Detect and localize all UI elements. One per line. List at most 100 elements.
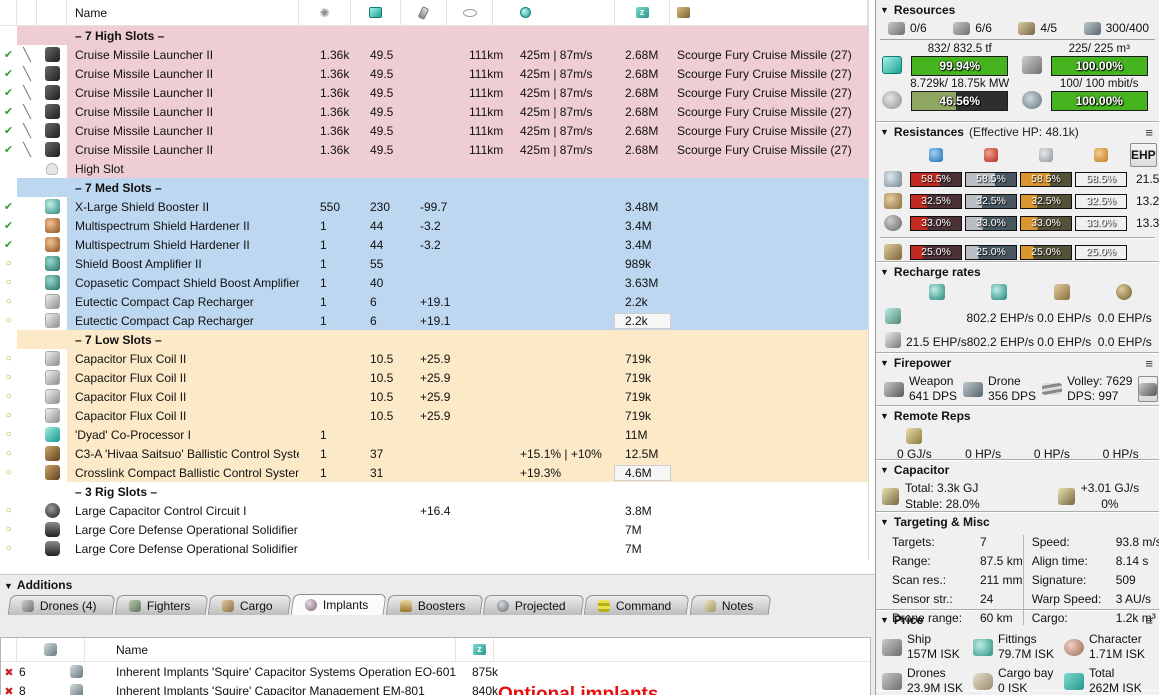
module-row[interactable]: ○ Large Core Defense Operational Solidif… bbox=[0, 520, 868, 539]
state-icon[interactable]: ✔ bbox=[4, 143, 13, 156]
firepower-menu-icon[interactable]: ≡ bbox=[1145, 356, 1153, 371]
module-row[interactable]: ✔ X-Large Shield Booster II 550 230 -99.… bbox=[0, 197, 868, 216]
module-name: Cruise Missile Launcher II bbox=[67, 143, 299, 157]
module-row[interactable]: – 3 Rig Slots – bbox=[0, 482, 868, 501]
module-row[interactable]: ○ Capacitor Flux Coil II 10.5 +25.9 719k bbox=[0, 406, 868, 425]
resistance-rows: 58.5% 58.5% 58.5% 58.5% 21.5k 32.5% 32.5… bbox=[880, 171, 1155, 231]
module-row[interactable]: ✔ ╲ Cruise Missile Launcher II 1.36k 49.… bbox=[0, 102, 868, 121]
state-icon[interactable]: ○ bbox=[5, 353, 11, 364]
additions-tab[interactable]: Boosters bbox=[386, 595, 484, 615]
implant-row[interactable]: ✖ 8 Inherent Implants 'Squire' Capacitor… bbox=[1, 681, 870, 695]
module-row[interactable]: – 7 Med Slots – bbox=[0, 178, 868, 197]
state-icon[interactable]: ○ bbox=[5, 505, 11, 516]
implant-name: Inherent Implants 'Squire' Capacitor Man… bbox=[101, 684, 472, 695]
module-row[interactable]: ✔ Multispectrum Shield Hardener II 1 44 … bbox=[0, 216, 868, 235]
range-column-header[interactable] bbox=[447, 0, 493, 25]
state-icon[interactable]: ✔ bbox=[4, 219, 13, 232]
resource-usage-label: 225/ 225 m³ bbox=[1069, 43, 1130, 55]
state-icon[interactable]: ✔ bbox=[4, 86, 13, 99]
firepower-header[interactable]: ▼Firepower bbox=[880, 355, 1155, 372]
ammo-column-header[interactable] bbox=[670, 0, 868, 25]
module-row[interactable]: ○ Crosslink Compact Ballistic Control Sy… bbox=[0, 463, 868, 482]
module-row[interactable]: ○ Eutectic Compact Cap Recharger 1 6 +19… bbox=[0, 311, 868, 330]
remove-implant-icon[interactable]: ✖ bbox=[4, 686, 13, 695]
module-row[interactable]: ○ Large Core Defense Operational Solidif… bbox=[0, 539, 868, 558]
state-icon[interactable]: ○ bbox=[5, 258, 11, 269]
state-icon[interactable]: ○ bbox=[5, 277, 11, 288]
module-row[interactable]: – 7 Low Slots – bbox=[0, 330, 868, 349]
name-column-label: Name bbox=[75, 6, 107, 20]
price-column-header[interactable]: z bbox=[615, 0, 670, 25]
additions-tab[interactable]: Command bbox=[584, 595, 690, 615]
state-icon[interactable]: ○ bbox=[5, 410, 11, 421]
module-row[interactable]: ✔ ╲ Cruise Missile Launcher II 1.36k 49.… bbox=[0, 140, 868, 159]
price-header[interactable]: ▼Price bbox=[880, 612, 1155, 629]
state-icon[interactable]: ○ bbox=[5, 524, 11, 535]
hardpoint-column-header[interactable] bbox=[17, 0, 37, 25]
state-icon[interactable]: ○ bbox=[5, 448, 11, 459]
state-icon[interactable]: ○ bbox=[5, 372, 11, 383]
implant-state-column-header[interactable] bbox=[1, 638, 17, 661]
state-icon[interactable]: ○ bbox=[5, 391, 11, 402]
state-icon[interactable]: ✔ bbox=[4, 238, 13, 251]
module-row[interactable]: ○ C3-A 'Hivaa Saitsuo' Ballistic Control… bbox=[0, 444, 868, 463]
state-icon[interactable]: ○ bbox=[5, 543, 11, 554]
ehp-toggle-button[interactable]: EHP bbox=[1130, 143, 1157, 167]
capacitor-header[interactable]: ▼Capacitor bbox=[880, 462, 1155, 479]
module-row[interactable]: High Slot bbox=[0, 159, 868, 178]
resources-header[interactable]: ▼Resources bbox=[880, 2, 1155, 19]
module-row[interactable]: ✔ ╲ Cruise Missile Launcher II 1.36k 49.… bbox=[0, 121, 868, 140]
module-row[interactable]: ○ Capacitor Flux Coil II 10.5 +25.9 719k bbox=[0, 368, 868, 387]
state-column-header[interactable] bbox=[0, 0, 17, 25]
capacitor-delta-rate: +3.01 GJ/s bbox=[1081, 481, 1139, 497]
state-icon[interactable]: ✔ bbox=[4, 105, 13, 118]
resistances-header[interactable]: ▼ Resistances (Effective HP: 48.1k) bbox=[880, 124, 1155, 141]
module-row[interactable]: ○ Capacitor Flux Coil II 10.5 +25.9 719k bbox=[0, 349, 868, 368]
name-column-header[interactable]: Name bbox=[67, 0, 299, 25]
implant-price-column-header[interactable]: z bbox=[456, 638, 494, 661]
module-row[interactable]: – 7 High Slots – bbox=[0, 26, 868, 45]
recharge-header[interactable]: ▼Recharge rates bbox=[880, 264, 1155, 281]
additions-tab[interactable]: Implants bbox=[290, 594, 386, 615]
state-icon[interactable]: ✔ bbox=[4, 200, 13, 213]
implant-name-column-header[interactable]: Name bbox=[85, 638, 456, 661]
recharge-grid bbox=[880, 281, 1155, 305]
module-row[interactable]: ○ Copasetic Compact Shield Boost Amplifi… bbox=[0, 273, 868, 292]
state-icon[interactable]: ○ bbox=[5, 467, 11, 478]
additions-tab[interactable]: Cargo bbox=[208, 595, 291, 615]
resistances-menu-icon[interactable]: ≡ bbox=[1145, 125, 1153, 140]
module-row[interactable]: ✔ ╲ Cruise Missile Launcher II 1.36k 49.… bbox=[0, 83, 868, 102]
falloff-column-header[interactable] bbox=[493, 0, 615, 25]
additions-tab[interactable]: Projected bbox=[483, 595, 585, 615]
implant-icon-column-header[interactable] bbox=[17, 638, 85, 661]
additions-tab[interactable]: Fighters bbox=[114, 595, 208, 615]
module-row[interactable]: ✔ ╲ Cruise Missile Launcher II 1.36k 49.… bbox=[0, 45, 868, 64]
state-icon[interactable]: ✔ bbox=[4, 67, 13, 80]
targeting-misc-header[interactable]: ▼Targeting & Misc bbox=[880, 514, 1155, 531]
module-row[interactable]: ○ 'Dyad' Co-Processor I 1 11M bbox=[0, 425, 868, 444]
implant-row[interactable]: ✖ 6 Inherent Implants 'Squire' Capacitor… bbox=[1, 662, 870, 681]
additions-tab[interactable]: Drones (4) bbox=[8, 595, 115, 615]
module-row[interactable]: ○ Eutectic Compact Cap Recharger 1 6 +19… bbox=[0, 292, 868, 311]
additions-tab[interactable]: Notes bbox=[689, 595, 771, 615]
module-row[interactable]: ○ Large Capacitor Control Circuit I +16.… bbox=[0, 501, 868, 520]
powergrid-column-header[interactable]: ✺ bbox=[299, 0, 351, 25]
state-icon[interactable]: ✔ bbox=[4, 124, 13, 137]
remote-reps-header[interactable]: ▼Remote Reps bbox=[880, 408, 1155, 425]
module-row[interactable]: ○ Shield Boost Amplifier II 1 55 989k bbox=[0, 254, 868, 273]
module-row[interactable]: ✔ ╲ Cruise Missile Launcher II 1.36k 49.… bbox=[0, 64, 868, 83]
state-icon[interactable]: ○ bbox=[5, 429, 11, 440]
state-icon[interactable]: ✔ bbox=[4, 48, 13, 61]
capacitor-column-header[interactable] bbox=[401, 0, 447, 25]
icon-column-header[interactable] bbox=[37, 0, 67, 25]
module-row[interactable]: ✔ Multispectrum Shield Hardener II 1 44 … bbox=[0, 235, 868, 254]
remove-implant-icon[interactable]: ✖ bbox=[4, 667, 13, 679]
price-label: Price bbox=[894, 613, 923, 627]
module-row[interactable]: ○ Capacitor Flux Coil II 10.5 +25.9 719k bbox=[0, 387, 868, 406]
state-icon[interactable]: ○ bbox=[5, 296, 11, 307]
cpu-column-header[interactable] bbox=[351, 0, 401, 25]
price-menu-icon[interactable]: ≡ bbox=[1145, 613, 1153, 628]
state-icon[interactable]: ○ bbox=[5, 315, 11, 326]
additions-header[interactable]: ▼Additions bbox=[0, 575, 876, 594]
dps-graph-button[interactable] bbox=[1138, 376, 1158, 402]
